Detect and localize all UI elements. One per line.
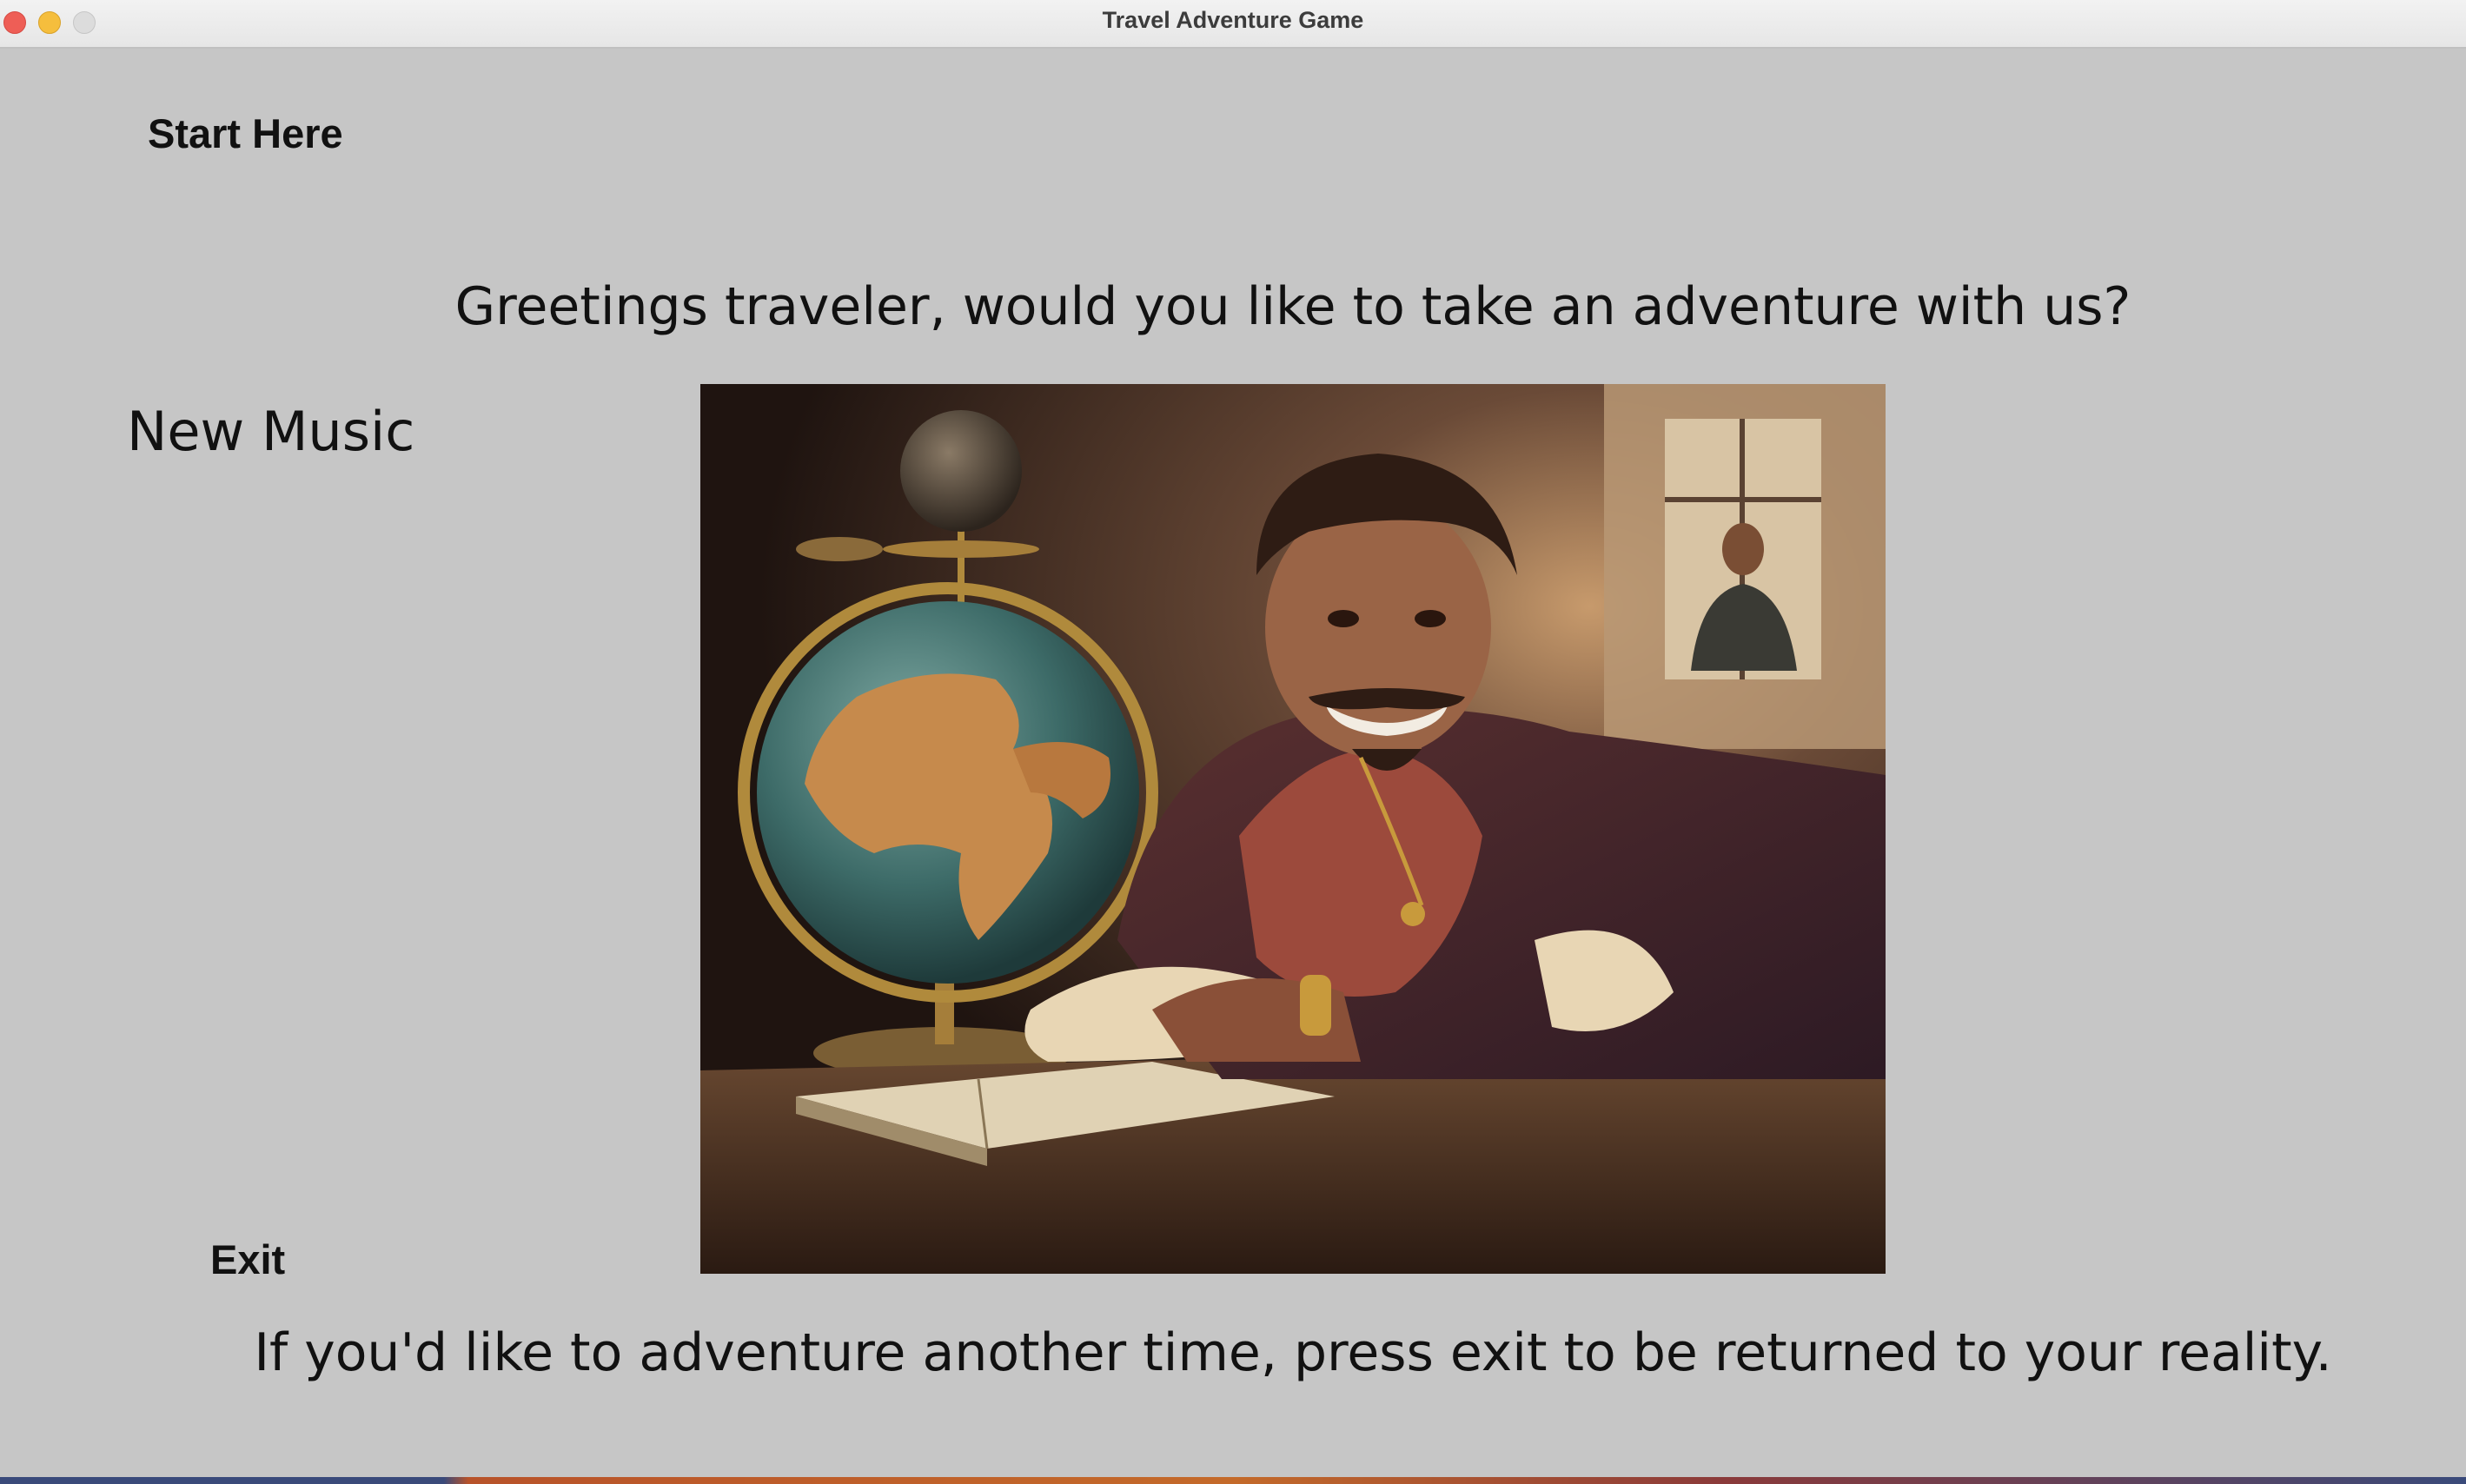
- start-here-button[interactable]: Start Here: [148, 109, 343, 157]
- exit-button[interactable]: Exit: [210, 1236, 285, 1283]
- game-screen: Start Here Greetings traveler, would you…: [0, 49, 2466, 1477]
- app-window: Travel Adventure Game Start Here Greetin…: [0, 0, 2466, 1484]
- title-bar: Travel Adventure Game: [0, 0, 2466, 49]
- new-music-button[interactable]: New Music: [127, 400, 414, 463]
- desktop-edge: [0, 1477, 2466, 1484]
- window-title: Travel Adventure Game: [1102, 7, 1364, 33]
- traveler-illustration: [700, 384, 1886, 1274]
- greeting-text: Greetings traveler, would you like to ta…: [454, 276, 2131, 337]
- farewell-text: If you'd like to adventure another time,…: [254, 1322, 2332, 1383]
